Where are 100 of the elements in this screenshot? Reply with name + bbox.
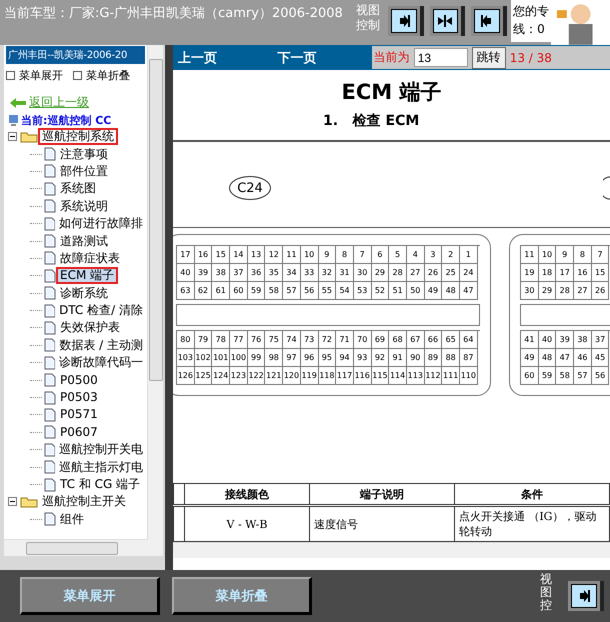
pin-number: 71 bbox=[336, 331, 354, 349]
pin-number: 27 bbox=[406, 264, 425, 282]
tree-item[interactable]: 系统图 bbox=[56, 180, 100, 198]
pin-number: 98 bbox=[265, 349, 284, 367]
page-icon bbox=[44, 338, 56, 352]
pin-number: 49 bbox=[424, 282, 442, 300]
view-button[interactable] bbox=[471, 6, 508, 36]
vehicle-title: 当前车型：厂家:G-广州丰田凯美瑞（camry）2006-2008 bbox=[3, 5, 344, 22]
tree-item[interactable]: P0503 bbox=[56, 389, 102, 406]
view-button[interactable] bbox=[568, 581, 604, 611]
pin-number: 17 bbox=[177, 246, 195, 264]
arrows-inward-icon bbox=[438, 15, 452, 27]
pin-number: 93 bbox=[354, 349, 372, 367]
folder-icon bbox=[20, 130, 38, 144]
pin-number: 118 bbox=[318, 367, 336, 385]
scrollbar[interactable] bbox=[173, 542, 610, 558]
tree-item[interactable]: 诊断故障代码一 bbox=[55, 354, 147, 372]
tree-folder[interactable]: 巡航控制系统 bbox=[38, 128, 118, 146]
pin-number: 68 bbox=[389, 331, 407, 349]
tree-item[interactable]: P0571 bbox=[56, 406, 102, 424]
current-label: 当前为 bbox=[374, 49, 410, 66]
pin-number: 97 bbox=[283, 349, 301, 367]
pin-number: 87 bbox=[460, 349, 478, 367]
pin-number: 111 bbox=[442, 367, 460, 385]
pin-number: 101 bbox=[212, 349, 230, 367]
page-input[interactable]: 13 bbox=[414, 48, 468, 67]
tree-item[interactable]: 失效保护表 bbox=[56, 319, 124, 336]
pin-number: 89 bbox=[424, 349, 442, 367]
pin-number: 26 bbox=[592, 282, 610, 300]
pin-number: 78 bbox=[212, 331, 230, 349]
pin-number: 10 bbox=[538, 246, 556, 264]
pin-number: 8 bbox=[574, 246, 592, 264]
pin-number: 48 bbox=[538, 349, 556, 367]
pin-number: 40 bbox=[177, 264, 195, 282]
pin-number: 30 bbox=[521, 282, 539, 300]
tree-item[interactable]: P0607 bbox=[56, 424, 102, 441]
tree-item[interactable]: 巡航控制开关电 bbox=[55, 441, 147, 458]
pin-number: 24 bbox=[460, 264, 478, 282]
tree-item[interactable]: 道路测试 bbox=[56, 232, 112, 250]
arrow-right-icon bbox=[578, 590, 590, 602]
column-header: 端子说明 bbox=[309, 484, 454, 506]
pin-number: 95 bbox=[318, 349, 336, 367]
jump-button[interactable]: 跳转 bbox=[472, 46, 506, 68]
view-button[interactable] bbox=[430, 6, 466, 36]
menu-toggle[interactable]: 菜单折叠 bbox=[73, 68, 130, 83]
tree-item[interactable]: 巡航主指示灯电 bbox=[55, 458, 147, 476]
pin-number: 48 bbox=[442, 282, 460, 300]
tree-item[interactable]: 部件位置 bbox=[56, 162, 112, 180]
tree-item[interactable]: 故障症状表 bbox=[56, 250, 124, 267]
pin-number: 38 bbox=[574, 331, 592, 349]
tree-folder[interactable]: 巡航控制主开关 bbox=[38, 493, 130, 510]
page-icon bbox=[44, 234, 56, 248]
tree-item[interactable]: 注意事项 bbox=[56, 146, 112, 163]
back-link[interactable]: 返回上一级 bbox=[10, 94, 147, 111]
tree-item[interactable]: 数据表 / 主动测 bbox=[55, 336, 147, 354]
pin-number: 62 bbox=[194, 282, 212, 300]
pin-number: 57 bbox=[574, 367, 592, 385]
view-button[interactable] bbox=[388, 6, 424, 36]
expander-icon[interactable] bbox=[8, 497, 17, 506]
tree-item[interactable]: 组件 bbox=[56, 510, 88, 528]
back-arrow-icon bbox=[10, 98, 26, 108]
page-icon bbox=[44, 320, 56, 335]
pin-number: 47 bbox=[556, 349, 574, 367]
scrollbar[interactable] bbox=[4, 539, 148, 556]
page-icon bbox=[44, 147, 56, 162]
pin-number: 69 bbox=[372, 331, 390, 349]
tree-item[interactable]: ECM 端子 bbox=[56, 267, 118, 284]
tree-item[interactable]: P0500 bbox=[56, 372, 102, 389]
tree-item[interactable]: 系统说明 bbox=[56, 198, 112, 215]
pin-number: 112 bbox=[424, 367, 442, 385]
pin-number: 29 bbox=[372, 264, 390, 282]
pin-number: 66 bbox=[424, 331, 442, 349]
pin-number: 80 bbox=[177, 331, 195, 349]
prev-page-link[interactable]: 上一页 bbox=[173, 48, 272, 66]
pin-number: 47 bbox=[460, 282, 478, 300]
tree-root[interactable]: 广州丰田--凯美瑞-2006-20 bbox=[6, 46, 145, 64]
pin-number: 114 bbox=[389, 367, 407, 385]
pin-number: 67 bbox=[406, 331, 425, 349]
pin-number: 34 bbox=[283, 264, 301, 282]
connector-label: C24 bbox=[229, 176, 271, 200]
pin-number: 3 bbox=[424, 246, 442, 264]
pin-number: 32 bbox=[318, 264, 336, 282]
tree-item[interactable]: DTC 检查/ 清除 bbox=[55, 302, 147, 320]
pin-number: 91 bbox=[389, 349, 407, 367]
expander-icon[interactable] bbox=[8, 132, 17, 142]
pin-number: 19 bbox=[521, 264, 539, 282]
column-header: 条件 bbox=[454, 484, 610, 506]
pin-number: 12 bbox=[265, 246, 284, 264]
pin-number: 99 bbox=[248, 349, 266, 367]
pin-number: 53 bbox=[354, 282, 372, 300]
next-page-link[interactable]: 下一页 bbox=[272, 48, 372, 66]
menu-toggle[interactable]: 菜单展开 bbox=[6, 68, 63, 83]
tree-item[interactable]: 如何进行故障排 bbox=[55, 215, 147, 232]
pin-number: 54 bbox=[336, 282, 354, 300]
column-header: 接线颜色 bbox=[184, 484, 310, 506]
pin-number: 5 bbox=[389, 246, 407, 264]
tree-item[interactable]: TC 和 CG 端子 bbox=[56, 476, 144, 493]
tree-item[interactable]: 诊断系统 bbox=[56, 284, 112, 302]
scrollbar[interactable] bbox=[147, 45, 163, 556]
pin-number: 39 bbox=[194, 264, 212, 282]
